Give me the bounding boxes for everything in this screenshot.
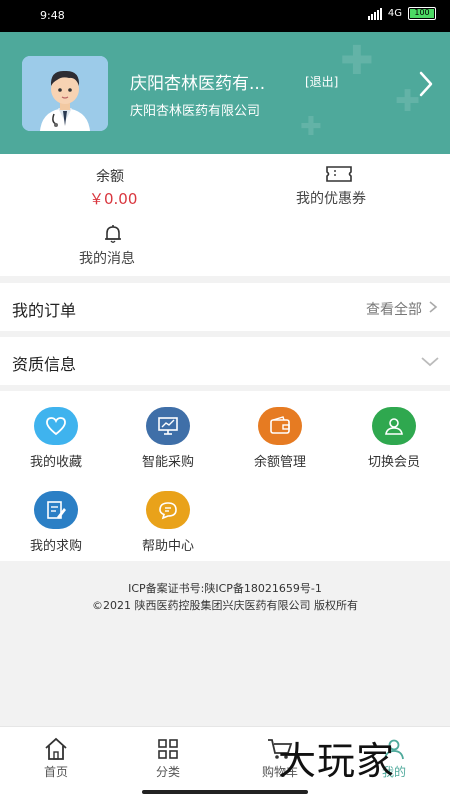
messages-label[interactable]: 我的消息 [79,248,135,268]
network-type: 4G [387,8,402,19]
grid-item-label: 余额管理 [253,455,306,470]
qualification-title: 资质信息 [12,355,77,374]
icp-record: ICP备案证书号:陕ICP备18021659号-1 [128,582,322,595]
qualification-row[interactable]: 资质信息 [0,337,450,385]
tab-category[interactable]: 分类 [112,735,224,780]
balance-label[interactable]: 余额 [96,166,124,186]
decor-cross-icon: ✚ [340,38,374,84]
tab-home[interactable]: 首页 [0,735,112,780]
balance-value[interactable]: ￥0.00 [89,188,137,209]
signal-icon [367,7,382,20]
status-bar: 9:48 4G 100 [0,0,450,32]
grid-item-label: 帮助中心 [141,539,194,554]
status-time: 9:48 [40,9,65,22]
chevron-right-icon [429,301,438,313]
grid-item-label: 智能采购 [141,455,194,470]
site-footer: ICP备案证书号:陕ICP备18021659号-1 ©2021 陕西医药控股集团… [0,580,450,614]
grid-item-my-requests[interactable]: 我的求购 [0,491,112,554]
battery-icon: 100 [408,7,436,20]
company-name: 庆阳杏林医药有限公司 [130,104,261,119]
grid-item-balance-management[interactable]: 余额管理 [224,407,336,470]
decor-cross-icon: ✚ [395,84,421,119]
shop-name: 庆阳杏林医药有... [130,74,266,94]
edit-note-icon [34,491,78,529]
tab-label: 首页 [43,765,68,779]
profile-header[interactable]: ✚ ✚ ✚ 庆阳杏林医药有... [退出] 庆阳杏林医药有限公司 [0,32,450,154]
grid-item-label: 切换会员 [367,455,420,470]
orders-title: 我的订单 [12,301,77,320]
coupon-label[interactable]: 我的优惠券 [296,188,366,208]
decor-cross-icon: ✚ [300,112,322,142]
chevron-down-icon[interactable] [420,356,440,368]
chart-board-icon [146,407,190,445]
tab-label: 分类 [155,765,180,779]
grid-item-label: 我的收藏 [29,455,82,470]
orders-row[interactable]: 我的订单 查看全部 [0,283,450,331]
coupon-icon[interactable] [325,164,353,184]
avatar[interactable] [22,56,108,131]
logout-link[interactable]: [退出] [305,73,338,90]
grid-item-label: 我的求购 [29,539,82,554]
chevron-right-icon[interactable] [418,70,434,98]
home-indicator[interactable] [142,790,308,794]
grid-icon [112,735,224,763]
feature-grid: 我的收藏 智能采购 余额管理 切换会员 我的求购 帮助中心 [0,391,450,561]
grid-item-switch-member[interactable]: 切换会员 [338,407,450,470]
bell-icon[interactable] [104,224,122,244]
view-all-orders-link[interactable]: 查看全部 [366,299,422,319]
home-icon [0,735,112,763]
grid-item-help-center[interactable]: 帮助中心 [112,491,224,554]
doctor-avatar-icon [22,56,108,131]
watermark-logo: 大玩家 [278,739,396,783]
chat-help-icon [146,491,190,529]
account-stats: 余额 ￥0.00 我的优惠券 我的消息 [0,154,450,276]
grid-item-favorites[interactable]: 我的收藏 [0,407,112,470]
user-switch-icon [372,407,416,445]
heart-icon [34,407,78,445]
wallet-icon [258,407,302,445]
grid-item-smart-purchase[interactable]: 智能采购 [112,407,224,470]
battery-level: 100 [410,9,434,18]
copyright-text: ©2021 陕西医药控股集团兴庆医药有限公司 版权所有 [92,599,358,612]
